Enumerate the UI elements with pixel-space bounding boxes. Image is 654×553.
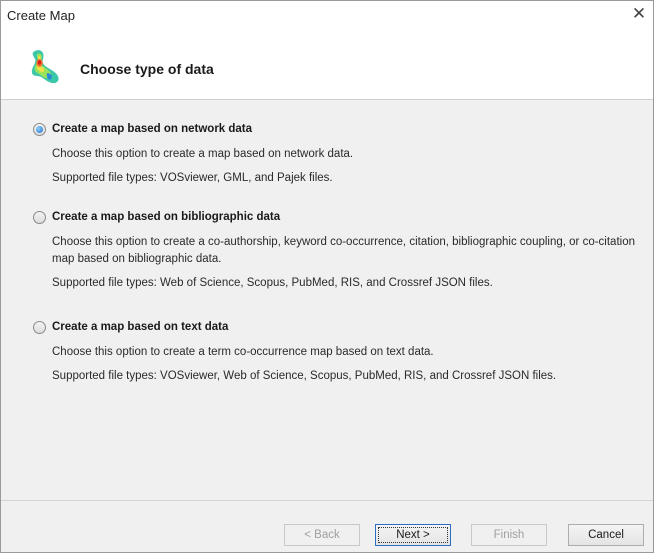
focus-rect [378, 527, 448, 543]
option-bibliographic: Create a map based on bibliographic data… [33, 208, 643, 292]
option-text: Create a map based on text data Choose t… [33, 318, 643, 385]
close-icon[interactable]: ✕ [627, 3, 651, 25]
radio-button-checked[interactable] [33, 122, 46, 136]
button-bar: < Back Next > Finish Cancel [1, 500, 653, 552]
wizard-header: Choose type of data [1, 31, 653, 100]
title-bar: Create Map ✕ [1, 1, 653, 29]
option-description: Choose this option to create a map based… [52, 148, 354, 160]
next-button[interactable]: Next > [375, 524, 451, 546]
radio-button[interactable] [33, 210, 46, 224]
radio-network[interactable]: Create a map based on network data [33, 120, 643, 138]
finish-button[interactable]: Finish [471, 524, 547, 546]
cancel-button[interactable]: Cancel [568, 524, 644, 546]
option-description: Choose this option to create a term co-o… [52, 346, 434, 358]
window-title: Create Map [7, 8, 75, 23]
radio-button[interactable] [33, 320, 46, 334]
vosviewer-density-icon [31, 50, 59, 84]
option-description: Choose this option to create a co-author… [52, 236, 635, 265]
option-supported-types: Supported file types: VOSviewer, Web of … [52, 370, 557, 382]
option-label: Create a map based on text data [52, 321, 229, 333]
page-title: Choose type of data [80, 61, 214, 77]
radio-text[interactable]: Create a map based on text data [33, 318, 643, 336]
radio-bibliographic[interactable]: Create a map based on bibliographic data [33, 208, 643, 226]
back-button[interactable]: < Back [284, 524, 360, 546]
option-label: Create a map based on bibliographic data [52, 211, 281, 223]
option-supported-types: Supported file types: VOSviewer, GML, an… [52, 172, 333, 184]
option-supported-types: Supported file types: Web of Science, Sc… [52, 277, 493, 289]
option-network: Create a map based on network data Choos… [33, 120, 643, 187]
create-map-dialog: Create Map ✕ Choose type of data Create … [0, 0, 654, 553]
option-label: Create a map based on network data [52, 123, 253, 135]
options-panel: Create a map based on network data Choos… [1, 100, 653, 500]
